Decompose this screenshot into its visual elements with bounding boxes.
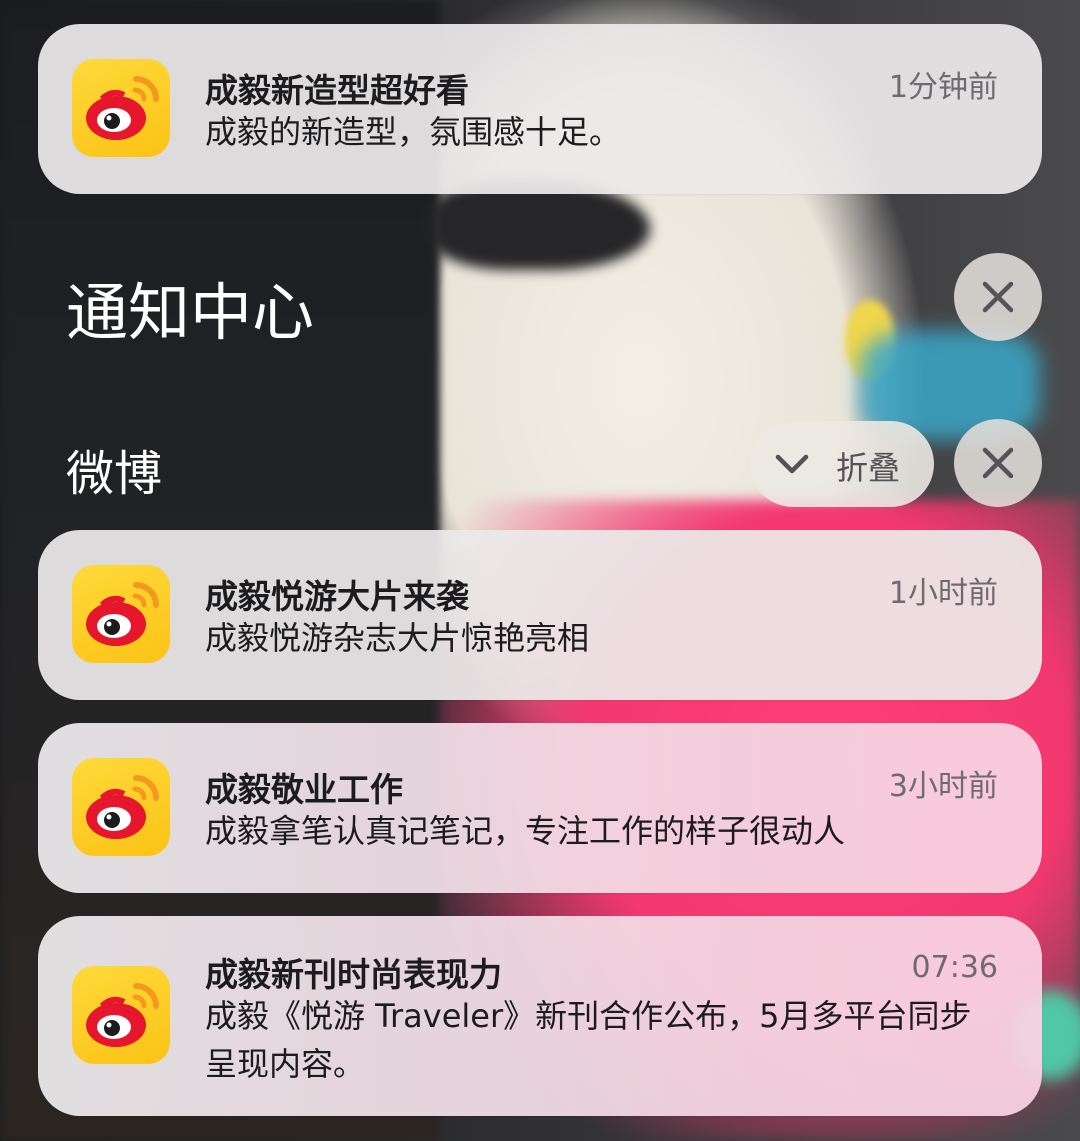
notification-time: 1小时前 (888, 576, 998, 611)
notification-card[interactable]: 成毅悦游大片来袭 成毅悦游杂志大片惊艳亮相 1小时前 (38, 530, 1042, 700)
weibo-icon (72, 758, 170, 856)
clear-group-button[interactable] (954, 419, 1042, 507)
page-title: 通知中心 (66, 276, 315, 349)
notification-body: 成毅《悦游 Traveler》新刊合作公布，5月多平台同步呈现内容。 (205, 997, 972, 1083)
clear-all-button[interactable] (954, 253, 1042, 341)
group-title: 微博 (66, 446, 163, 502)
weibo-icon (72, 966, 170, 1064)
notification-title: 成毅悦游大片来袭 (205, 577, 469, 616)
notification-title: 成毅敬业工作 (205, 770, 403, 809)
notification-card[interactable]: 成毅新刊时尚表现力 成毅《悦游 Traveler》新刊合作公布，5月多平台同步呈… (38, 916, 1042, 1116)
notification-card-top[interactable]: 成毅新造型超好看 成毅的新造型，氛围感十足。 1分钟前 (38, 24, 1042, 194)
notification-body: 成毅悦游杂志大片惊艳亮相 (205, 619, 590, 657)
notification-time: 3小时前 (888, 769, 998, 804)
notification-time: 1分钟前 (888, 70, 998, 105)
notification-title: 成毅新造型超好看 (205, 71, 469, 110)
notification-body: 成毅的新造型，氛围感十足。 (205, 113, 622, 151)
notification-card[interactable]: 成毅敬业工作 成毅拿笔认真记笔记，专注工作的样子很动人 3小时前 (38, 723, 1042, 893)
collapse-button[interactable]: 折叠 (750, 421, 934, 507)
weibo-icon (72, 59, 170, 157)
notification-time: 07:36 (911, 950, 998, 985)
notification-body: 成毅拿笔认真记笔记，专注工作的样子很动人 (205, 812, 846, 850)
notification-title: 成毅新刊时尚表现力 (205, 955, 502, 994)
close-icon (982, 281, 1014, 313)
collapse-label: 折叠 (836, 449, 901, 487)
close-icon (982, 447, 1014, 479)
chevron-down-icon (775, 454, 809, 474)
weibo-icon (72, 565, 170, 663)
